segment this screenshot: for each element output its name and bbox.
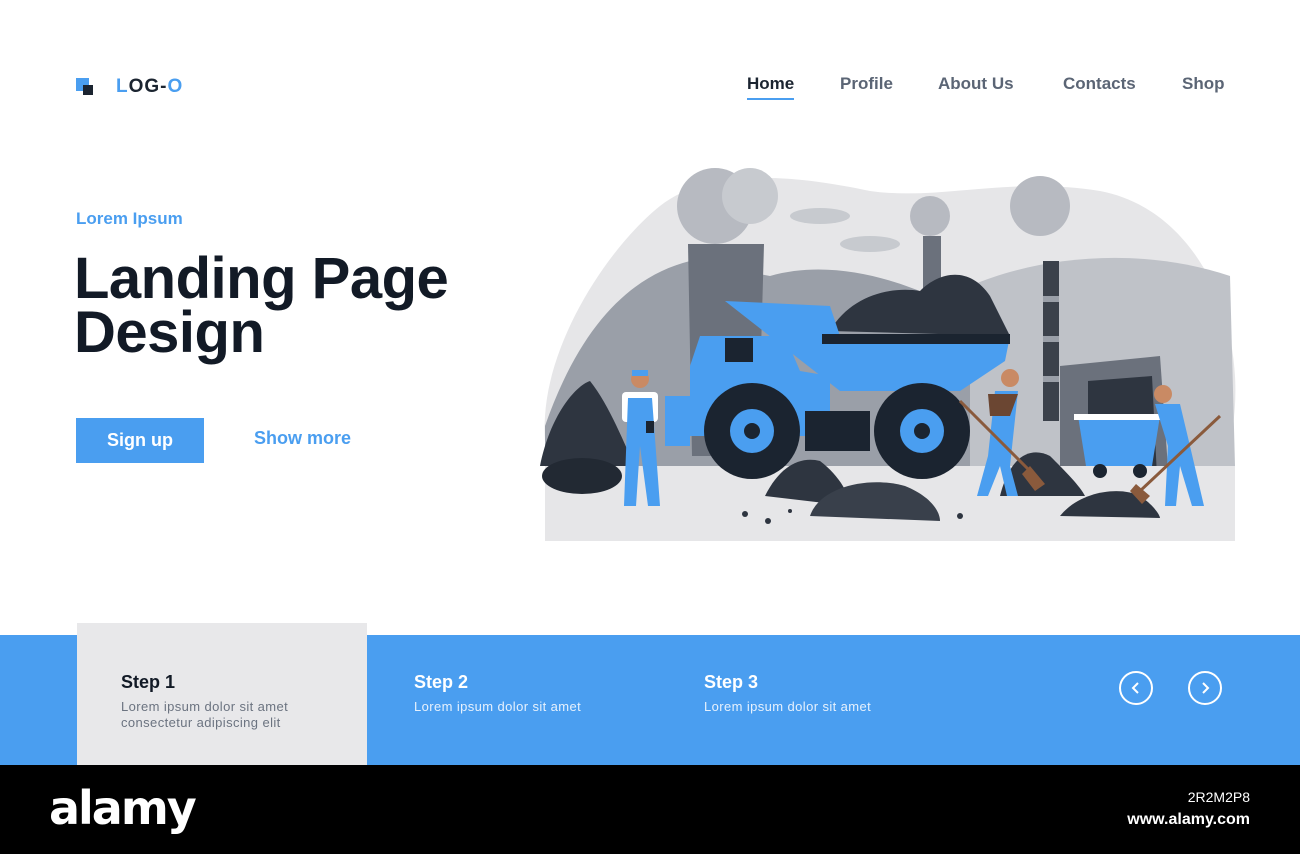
step-1[interactable]: Step 1 Lorem ipsum dolor sit amet consec… [121,672,331,731]
show-more-button[interactable]: Show more [254,428,351,449]
chevron-right-icon [1202,682,1210,694]
watermark-logo: alamy [49,781,197,835]
hero-kicker: Lorem Ipsum [76,209,183,228]
main-nav: Home Profile About Us Contacts Shop [0,74,1300,100]
nav-home[interactable]: Home [747,74,795,100]
step-1-text: Lorem ipsum dolor sit amet consectetur a… [121,699,289,730]
nav-contacts[interactable]: Contacts [1063,74,1136,94]
step-1-title: Step 1 [121,672,176,692]
hero-title: Landing Page Design [74,246,449,365]
step-2-text: Lorem ipsum dolor sit amet [414,699,582,714]
next-step-button[interactable] [1188,671,1222,705]
watermark-image-id: 2R2M2P8 [1187,789,1250,805]
coal-mining-illustration [540,168,1236,541]
step-3-text: Lorem ipsum dolor sit amet [704,699,872,714]
sign-up-button[interactable]: Sign up [76,418,204,463]
previous-step-button[interactable] [1119,671,1153,705]
step-3[interactable]: Step 3 Lorem ipsum dolor sit amet [704,672,944,715]
watermark-url: www.alamy.com [1127,811,1250,828]
nav-about-us[interactable]: About Us [938,74,1014,94]
step-3-title: Step 3 [704,672,759,692]
nav-shop[interactable]: Shop [1182,74,1225,94]
nav-profile[interactable]: Profile [840,74,893,94]
watermark-footer [0,765,1300,854]
step-2[interactable]: Step 2 Lorem ipsum dolor sit amet [414,672,654,715]
step-2-title: Step 2 [414,672,469,692]
chevron-left-icon [1131,682,1139,694]
